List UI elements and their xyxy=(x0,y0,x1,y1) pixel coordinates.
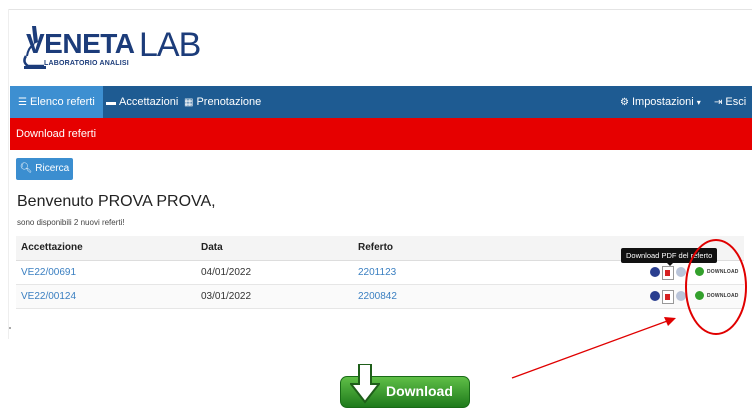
pdf-tooltip: Download PDF del referto xyxy=(621,248,718,263)
data-cell: 03/01/2022 xyxy=(201,291,252,302)
folder-icon: ▬ xyxy=(106,97,116,108)
nav-label: Esci xyxy=(725,96,747,108)
download-icon[interactable] xyxy=(695,291,704,300)
logout-icon: ⇥ xyxy=(714,97,723,108)
download-cta-button[interactable]: Download xyxy=(338,364,470,408)
nav-item-accettazioni[interactable]: ▬ Accettazioni xyxy=(98,86,186,118)
nav-item-prenotazione[interactable]: ▦ Prenotazione xyxy=(176,86,269,118)
calendar-icon: ▦ xyxy=(184,97,194,108)
new-reports-notice: sono disponibili 2 nuovi referti! xyxy=(17,218,125,227)
download-link[interactable]: DOWNLOAD xyxy=(707,267,739,277)
annotation-arrow-line xyxy=(511,319,671,379)
page-banner: Download referti xyxy=(10,118,752,150)
referto-link[interactable]: 2200842 xyxy=(358,285,397,308)
pdf-icon[interactable] xyxy=(662,266,674,280)
header-referto: Referto xyxy=(358,242,394,253)
row-actions: DOWNLOAD xyxy=(650,266,752,280)
download-link[interactable]: DOWNLOAD xyxy=(707,291,739,301)
nav-label: Elenco referti xyxy=(29,96,95,108)
banner-title: Download referti xyxy=(16,128,97,140)
nav-label: Prenotazione xyxy=(196,96,262,108)
arrow-down-icon xyxy=(350,364,380,404)
table-row: VE22/00691 04/01/2022 2201123 DOWNLOAD xyxy=(16,261,744,285)
tooltip-arrow xyxy=(666,262,674,266)
nav-item-impostazioni[interactable]: ⚙ Impostazioni ▾ xyxy=(612,86,709,118)
table-row: VE22/00124 03/01/2022 2200842 DOWNLOAD xyxy=(16,285,744,309)
view-icon[interactable] xyxy=(676,291,686,301)
info-icon[interactable] xyxy=(650,291,660,301)
page-top-border xyxy=(8,9,752,10)
nav-item-elenco-referti[interactable]: ☰ Elenco referti xyxy=(10,86,103,118)
nav-label: Accettazioni xyxy=(119,96,179,108)
pdf-icon[interactable] xyxy=(662,290,674,304)
nav-item-esci[interactable]: ⇥ Esci xyxy=(706,86,752,118)
download-icon[interactable] xyxy=(695,267,704,276)
brand-name-veneta: VENETA xyxy=(26,28,135,59)
search-button[interactable]: 🔍︎ Ricerca xyxy=(16,158,73,180)
search-button-label: Ricerca xyxy=(35,163,70,174)
view-icon[interactable] xyxy=(676,267,686,277)
accettazione-link[interactable]: VE22/00691 xyxy=(21,261,76,284)
accettazione-link[interactable]: VE22/00124 xyxy=(21,285,76,308)
stray-mark xyxy=(9,327,11,329)
referto-link[interactable]: 2201123 xyxy=(358,261,396,284)
brand-logo[interactable]: VENETA LAB LABORATORIO ANALISI xyxy=(18,22,201,72)
search-icon: 🔍︎ xyxy=(19,163,33,174)
brand-name-lab: LAB xyxy=(139,26,201,64)
reports-table: Accettazione Data Referto VE22/00691 04/… xyxy=(16,236,744,309)
list-icon: ☰ xyxy=(18,97,27,108)
nav-label: Impostazioni xyxy=(631,96,694,108)
main-navbar: ☰ Elenco referti ▬ Accettazioni ▦ Prenotazi… xyxy=(10,86,752,118)
data-cell: 04/01/2022 xyxy=(201,267,252,278)
header-accettazione: Accettazione xyxy=(21,242,83,253)
welcome-heading: Benvenuto PROVA PROVA, xyxy=(17,193,216,210)
page-left-border xyxy=(8,9,9,339)
annotation-arrow-head xyxy=(664,317,676,326)
header-data: Data xyxy=(201,242,223,253)
download-cta-label: Download xyxy=(386,383,453,399)
caret-down-icon: ▾ xyxy=(696,98,701,107)
gear-icon: ⚙ xyxy=(620,97,629,108)
row-actions: DOWNLOAD xyxy=(650,290,752,304)
info-icon[interactable] xyxy=(650,267,660,277)
brand-tagline: LABORATORIO ANALISI xyxy=(44,60,129,67)
